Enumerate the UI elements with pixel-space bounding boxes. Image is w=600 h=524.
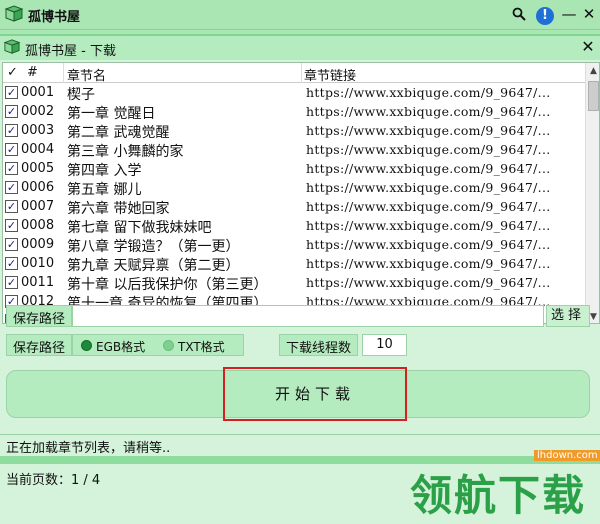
table-row[interactable]: ✓ 0005 第四章 入学 https://www.xxbiquge.com/9_96… — [3, 159, 585, 179]
table-row[interactable]: ✓ 0001 楔子 https://www.xxbiquge.com/9_9647/.… — [3, 83, 585, 103]
row-chapter-name: 第四章 入学 — [67, 163, 142, 179]
table-row[interactable]: ✓ 0003 第二章 武魂觉醒 https://www.xxbiquge.com/9_… — [3, 121, 585, 141]
row-chapter-name: 第一章 觉醒日 — [67, 106, 156, 122]
table-row[interactable]: ✓ 0006 第五章 娜儿 https://www.xxbiquge.com/9_96… — [3, 178, 585, 198]
table-row[interactable]: ✓ 0010 第九章 天赋异禀（第二更） https://www.xxbiquge.c… — [3, 254, 585, 274]
row-chapter-link[interactable]: https://www.xxbiquge.com/9_9647/... — [306, 199, 551, 214]
table-row[interactable]: ✓ 0009 第八章 学锻造？（第一更） https://www.xxbiquge.c… — [3, 235, 585, 255]
format-radio-group: EGB格式 TXT格式 — [72, 334, 244, 356]
row-checkbox[interactable]: ✓ — [5, 200, 18, 213]
minimize-button[interactable]: — — [558, 4, 580, 24]
row-chapter-name: 楔子 — [67, 87, 95, 103]
row-chapter-link[interactable]: https://www.xxbiquge.com/9_9647/... — [306, 142, 551, 157]
row-number: 0005 — [21, 161, 55, 176]
column-divider[interactable] — [301, 63, 302, 83]
format-row: 保存路径 EGB格式 TXT格式 下载线程数 10 — [6, 334, 590, 356]
window-header: 孤博书屋 - 下载 ✕ — [0, 36, 600, 60]
row-checkbox[interactable]: ✓ — [5, 276, 18, 289]
save-path-label: 保存路径 — [6, 305, 73, 327]
row-chapter-name: 第三章 小舞麟的家 — [67, 144, 184, 160]
row-number: 0002 — [21, 104, 55, 119]
table-row[interactable]: ✓ 0008 第七章 留下做我妹妹吧 https://www.xxbiquge.com… — [3, 216, 585, 236]
book-icon — [4, 5, 24, 22]
row-chapter-name: 第七章 留下做我妹妹吧 — [67, 220, 212, 236]
row-checkbox[interactable]: ✓ — [5, 105, 18, 118]
close-button[interactable]: ✕ — [578, 4, 600, 24]
table-row[interactable]: ✓ 0011 第十章 以后我保护你（第三更） https://www.xxbiquge… — [3, 273, 585, 293]
save-path-input[interactable] — [72, 305, 544, 327]
row-checkbox[interactable]: ✓ — [5, 257, 18, 270]
row-chapter-link[interactable]: https://www.xxbiquge.com/9_9647/... — [306, 123, 551, 138]
browse-button[interactable]: 选择 — [546, 305, 590, 327]
save-path-row: 保存路径 选择 — [6, 305, 590, 327]
column-header-chapter-link[interactable]: 章节链接 — [304, 65, 356, 84]
watermark-logo: 领航下载 lhdown.com — [410, 448, 600, 524]
radio-egb[interactable] — [81, 340, 92, 351]
app-titlebar: 孤博书屋 ! — ✕ — [0, 0, 600, 30]
window-close-button[interactable]: ✕ — [578, 37, 598, 56]
watermark-text: 领航下载 — [410, 471, 587, 520]
row-chapter-link[interactable]: https://www.xxbiquge.com/9_9647/... — [306, 104, 551, 119]
row-number: 0011 — [21, 275, 55, 290]
row-number: 0006 — [21, 180, 55, 195]
search-icon — [512, 7, 526, 21]
table-row[interactable]: ✓ 0002 第一章 觉醒日 https://www.xxbiquge.com/9_9… — [3, 102, 585, 122]
info-button[interactable]: ! — [534, 4, 556, 25]
radio-txt[interactable] — [163, 340, 174, 351]
table-body: ✓ 0001 楔子 https://www.xxbiquge.com/9_9647/.… — [3, 83, 585, 323]
format-label: 保存路径 — [6, 334, 73, 356]
row-chapter-link[interactable]: https://www.xxbiquge.com/9_9647/... — [306, 180, 551, 195]
vertical-scrollbar[interactable]: ▲ ▼ — [585, 63, 599, 323]
row-number: 0004 — [21, 142, 55, 157]
row-chapter-link[interactable]: https://www.xxbiquge.com/9_9647/... — [306, 85, 551, 100]
row-chapter-name: 第五章 娜儿 — [67, 182, 142, 198]
row-checkbox[interactable]: ✓ — [5, 219, 18, 232]
column-header-chapter-name[interactable]: 章节名 — [67, 65, 106, 84]
table-row[interactable]: ✓ 0004 第三章 小舞麟的家 https://www.xxbiquge.com/9… — [3, 140, 585, 160]
row-chapter-link[interactable]: https://www.xxbiquge.com/9_9647/... — [306, 256, 551, 271]
row-chapter-name: 第二章 武魂觉醒 — [67, 125, 170, 141]
row-number: 0003 — [21, 123, 55, 138]
row-number: 0007 — [21, 199, 55, 214]
row-chapter-name: 第八章 学锻造？（第一更） — [67, 239, 240, 255]
window-title: 孤博书屋 - 下载 — [25, 44, 116, 59]
app-title: 孤博书屋 — [28, 10, 81, 25]
row-checkbox[interactable]: ✓ — [5, 86, 18, 99]
table-header: ✓ # 章节名 章节链接 — [3, 63, 585, 84]
radio-egb-label[interactable]: EGB格式 — [96, 338, 145, 355]
row-chapter-link[interactable]: https://www.xxbiquge.com/9_9647/... — [306, 237, 551, 252]
start-download-button[interactable]: 开始下载 — [223, 367, 407, 421]
start-panel: 开始下载 — [6, 367, 590, 421]
row-chapter-link[interactable]: https://www.xxbiquge.com/9_9647/... — [306, 218, 551, 233]
scrollbar-thumb[interactable] — [588, 81, 599, 111]
column-divider[interactable] — [63, 63, 64, 83]
row-checkbox[interactable]: ✓ — [5, 162, 18, 175]
row-checkbox[interactable]: ✓ — [5, 124, 18, 137]
row-number: 0008 — [21, 218, 55, 233]
row-chapter-name: 第六章 带她回家 — [67, 201, 170, 217]
chapter-table: ✓ # 章节名 章节链接 ✓ 0001 楔子 https://www.xxbiquge… — [2, 62, 600, 324]
radio-txt-label[interactable]: TXT格式 — [178, 338, 225, 355]
row-chapter-name: 第九章 天赋异禀（第二更） — [67, 258, 240, 274]
threads-input[interactable]: 10 — [362, 334, 407, 356]
info-icon: ! — [536, 7, 554, 25]
row-number: 0009 — [21, 237, 55, 252]
row-checkbox[interactable]: ✓ — [5, 238, 18, 251]
select-all-header[interactable]: ✓ — [7, 65, 18, 80]
row-number: 0001 — [21, 85, 55, 100]
row-checkbox[interactable]: ✓ — [5, 143, 18, 156]
book-icon — [3, 39, 21, 54]
row-checkbox[interactable]: ✓ — [5, 181, 18, 194]
search-button[interactable] — [508, 4, 530, 24]
watermark-site: lhdown.com — [534, 450, 600, 461]
table-row[interactable]: ✓ 0007 第六章 带她回家 https://www.xxbiquge.com/9_… — [3, 197, 585, 217]
threads-label: 下载线程数 — [279, 334, 359, 356]
row-chapter-link[interactable]: https://www.xxbiquge.com/9_9647/... — [306, 275, 551, 290]
row-number: 0010 — [21, 256, 55, 271]
row-chapter-link[interactable]: https://www.xxbiquge.com/9_9647/... — [306, 161, 551, 176]
column-header-number[interactable]: # — [27, 65, 38, 80]
scroll-up-icon[interactable]: ▲ — [586, 63, 599, 79]
row-chapter-name: 第十章 以后我保护你（第三更） — [67, 277, 268, 293]
